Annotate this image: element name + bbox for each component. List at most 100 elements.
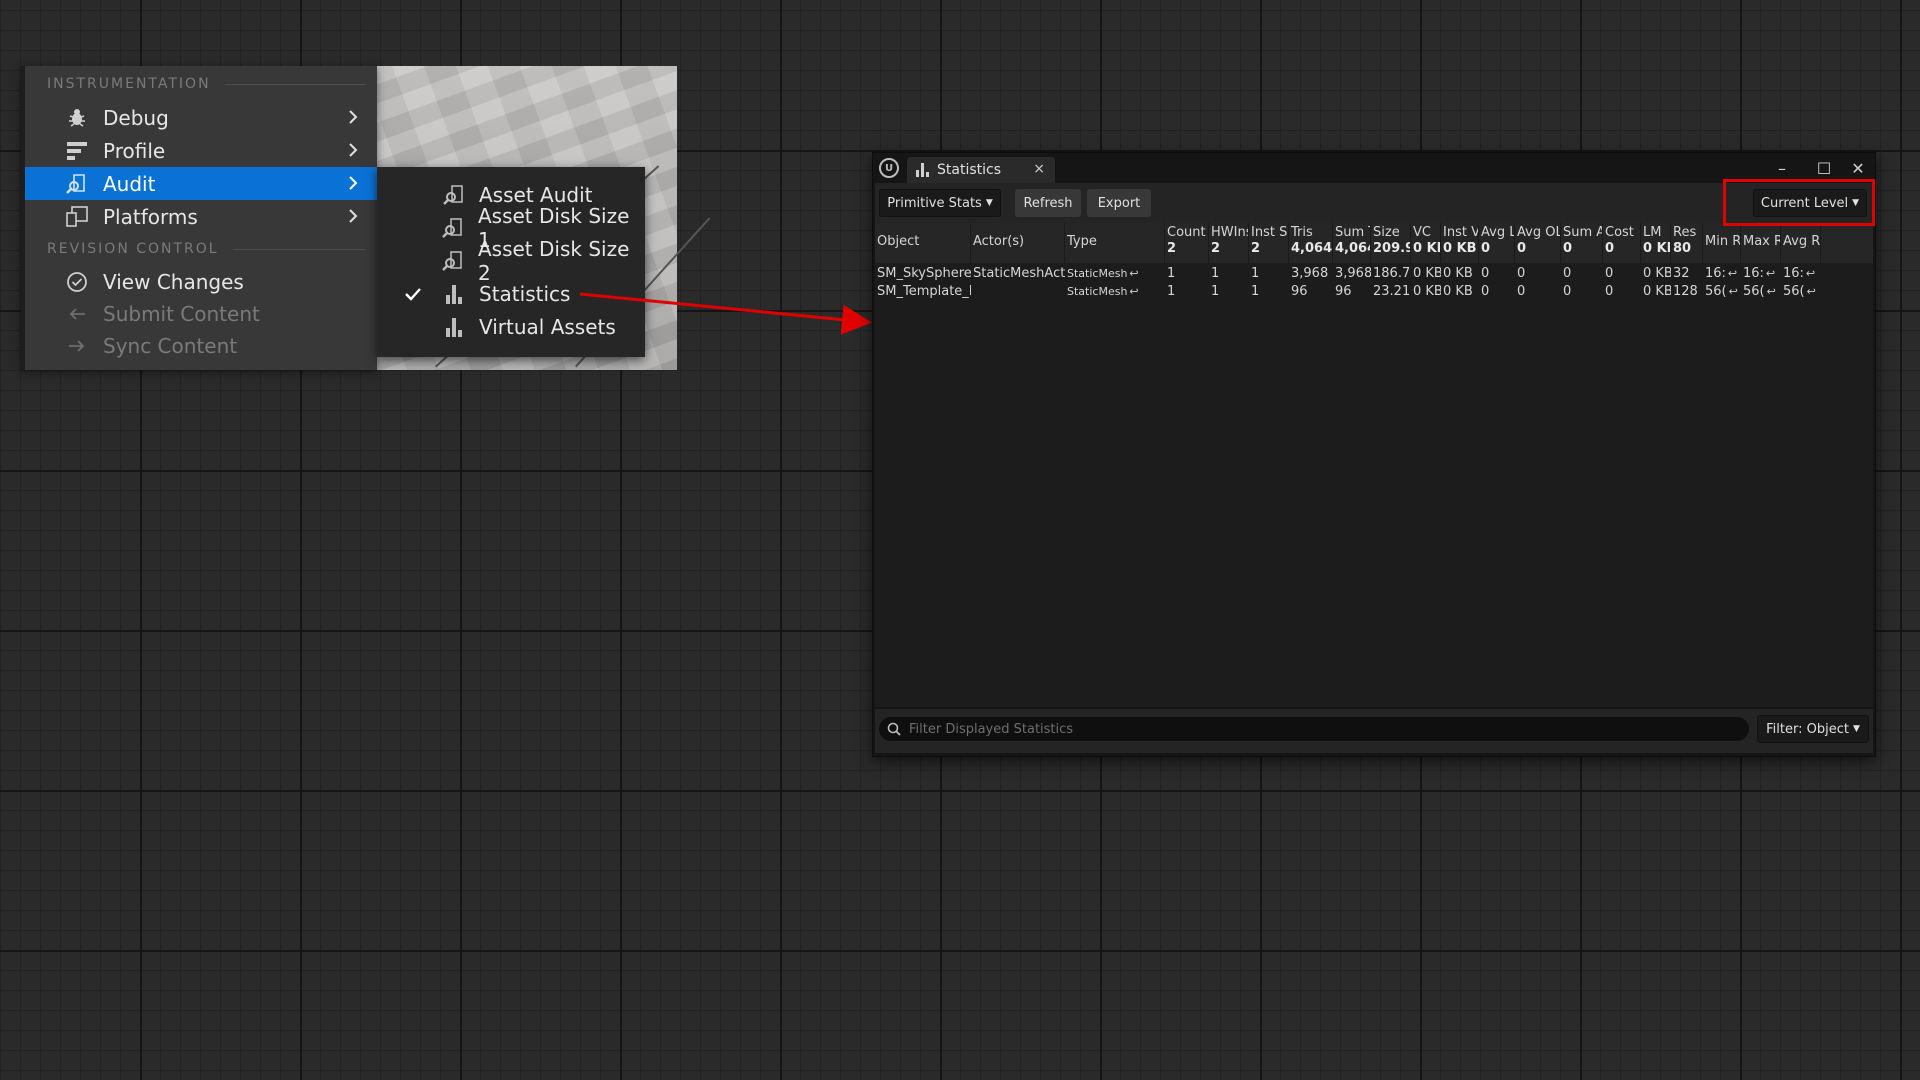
column-total: 0 [1563,241,1573,256]
column-header[interactable]: Avg LM0 [1479,223,1515,263]
column-header[interactable]: VC0 KB [1411,223,1441,263]
export-button[interactable]: Export [1087,189,1151,217]
column-header[interactable]: Sum Av0 [1561,223,1603,263]
column-header[interactable]: Min R [1703,223,1741,263]
column-header[interactable]: HWInst2 [1209,223,1249,263]
menu-item-label: Sync Content [103,333,238,358]
statistics-table: Object Actor(s)Type Count2HWInst2Inst Sec2… [875,223,1873,707]
column-header[interactable]: Inst Sec2 [1249,223,1289,263]
browse-link-icon[interactable]: ↩ [1806,267,1815,280]
column-total: 0 [1517,241,1527,256]
cell-value: 0 KB [1643,266,1671,281]
column-header[interactable]: Avg R [1781,223,1821,263]
table-cell: 1 [1249,265,1289,283]
filter-bar: Filter: Object▼ [875,709,1873,753]
column-label: Object [877,234,920,249]
cell-value: 0 KB [1443,284,1473,299]
checkmark-icon [401,286,425,302]
table-cell: StaticMeshActo [971,265,1065,283]
table-row[interactable]: SM_Template_MFloorStaticMesh↩111969623.2… [875,283,1873,301]
menu-item-profile[interactable]: Profile [25,134,377,167]
unreal-logo-icon: U [879,158,899,178]
cell-value: StaticMesh [1067,267,1128,280]
column-header[interactable]: Actor(s) [971,223,1065,263]
cell-value: 1 [1251,266,1260,281]
column-label: Tris [1291,225,1313,240]
column-header[interactable]: Size 209.9 [1371,223,1411,263]
browse-link-icon[interactable]: ↩ [1728,267,1737,280]
cell-value: StaticMeshActo [973,266,1065,281]
filter-search-input[interactable] [909,721,1729,737]
stats-type-dropdown[interactable]: Primitive Stats ▼ [879,189,1001,217]
column-header[interactable]: Tris 4,064 [1289,223,1333,263]
column-header[interactable]: Res 80 [1671,223,1703,263]
chevron-right-icon [349,176,358,190]
maximize-button[interactable]: ☐ [1807,155,1841,181]
minimize-button[interactable]: – [1765,155,1799,181]
column-header[interactable]: Cost 0 [1603,223,1641,263]
column-total: 80 [1673,241,1692,256]
browse-link-icon[interactable]: ↩ [1766,267,1775,280]
column-header[interactable]: Avg OL 0 [1515,223,1561,263]
column-total: 0 KB [1413,241,1440,256]
cell-value: 56( [1783,284,1805,299]
menu-item-submit-content[interactable]: Submit Content [25,297,377,330]
menu-item-sync-content[interactable]: Sync Content [25,329,377,362]
audit-submenu: Asset Audit Asset Disk Size 1 Asset Disk… [377,167,645,357]
browse-link-icon[interactable]: ↩ [1729,285,1738,298]
bug-icon [63,104,91,132]
menu-item-label: View Changes [103,269,244,294]
submenu-item-statistics[interactable]: Statistics [377,277,645,310]
section-label: REVISION CONTROL [47,241,219,257]
column-label: Sum Tri [1335,225,1370,240]
column-header[interactable]: Count 2 [1165,223,1209,263]
column-header[interactable]: LM0 KB [1641,223,1671,263]
column-header[interactable]: Max R [1741,223,1781,263]
table-row[interactable]: SM_SkySphere StaticMeshActo StaticMesh ↩ 1 1 1… [875,265,1873,283]
column-total: 209.9 [1373,241,1411,256]
close-tab-icon[interactable]: × [1033,161,1045,177]
menu-item-platforms[interactable]: Platforms [25,200,377,233]
table-cell: 0 [1479,265,1515,283]
section-divider [232,248,365,250]
table-cell: 0 [1603,265,1641,283]
filter-search-box[interactable] [879,717,1749,741]
table-cell: 1 [1249,283,1289,301]
chevron-right-icon [349,143,358,157]
cell-value: 186.71 [1373,266,1411,281]
submenu-item-asset-disk-size-2[interactable]: Asset Disk Size 2 [377,237,645,285]
table-cell: 0 KB [1411,265,1441,283]
cell-value: 0 [1563,266,1572,281]
column-header[interactable]: Sum Tri4,064 [1333,223,1371,263]
cell-value: 0 [1481,266,1490,281]
check-circle-icon [63,268,91,296]
submenu-item-virtual-assets[interactable]: Virtual Assets [377,310,645,343]
table-cell: 0 [1561,283,1603,301]
menu-item-label: Submit Content [103,301,260,326]
cell-value: 56( [1743,284,1765,299]
close-window-button[interactable]: ✕ [1841,155,1875,181]
column-header[interactable]: Inst VC0 KB [1441,223,1479,263]
tab-statistics[interactable]: Statistics × [907,157,1055,183]
table-cell: 128 [1671,283,1703,301]
browse-link-icon[interactable]: ↩ [1807,285,1816,298]
scope-dropdown[interactable]: Current Level ▼ [1753,189,1867,217]
browse-link-icon[interactable]: ↩ [1129,285,1138,298]
filter-by-dropdown[interactable]: Filter: Object ▼ [1757,715,1869,743]
refresh-button[interactable]: Refresh [1015,189,1081,217]
cell-value: 96 [1335,284,1352,299]
browse-link-icon[interactable]: ↩ [1129,267,1138,280]
bar-chart-icon [441,314,467,340]
column-total: 4,064 [1291,241,1333,256]
menu-item-view-changes[interactable]: View Changes [25,265,377,298]
column-header[interactable]: Object [875,223,971,263]
search-icon [887,722,901,736]
column-label: Type [1067,234,1097,249]
section-label: INSTRUMENTATION [47,76,211,92]
menu-item-audit[interactable]: Audit [25,167,377,200]
column-header[interactable]: Type [1065,223,1165,263]
menu-item-debug[interactable]: Debug [25,101,377,134]
cell-value: 3,968 [1291,266,1329,281]
browse-link-icon[interactable]: ↩ [1767,285,1776,298]
chevron-down-icon: ▼ [1852,724,1860,734]
